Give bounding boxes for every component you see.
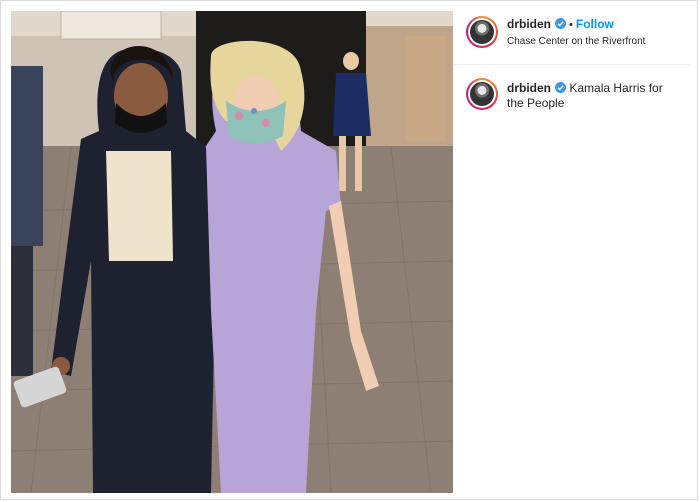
profile-picture-icon [470,82,494,106]
verified-badge-icon [555,18,566,29]
username-link[interactable]: drbiden [507,17,551,31]
separator-dot: • [569,19,573,31]
caption-avatar[interactable] [466,78,498,110]
profile-picture-icon [470,20,494,44]
caption-username-link[interactable]: drbiden [507,81,551,95]
instagram-post-frame: drbiden • Follow Chase Center on the River… [0,0,698,500]
avatar[interactable] [466,16,498,48]
location-link[interactable]: Chase Center on the Riverfront [507,36,645,47]
post-caption: drbiden Kamala Harris for the People [507,81,682,111]
verified-badge-icon [555,82,566,93]
post-header: drbiden • Follow Chase Center on the River… [454,11,690,65]
post-sidebar: drbiden • Follow Chase Center on the River… [454,11,690,493]
header-line: drbiden • Follow [507,17,614,31]
follow-button[interactable]: Follow [576,17,614,31]
post-photo[interactable] [11,11,453,493]
post-photo-illustration [11,11,453,493]
